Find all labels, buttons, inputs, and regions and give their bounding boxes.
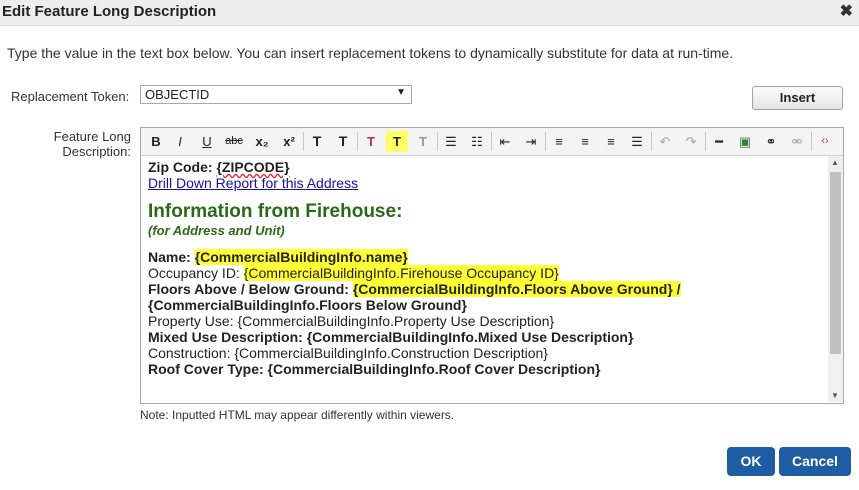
rich-text-editor[interactable]: B I U abc x₂ x² T T T T T ☰ ☷ ⇤ ⇥ ≡ ≡ ≡ … xyxy=(140,127,844,404)
subscript-button[interactable]: x₂ xyxy=(251,131,273,152)
numbered-list-icon[interactable]: ☷ xyxy=(466,131,488,152)
name-token: {CommercialBuildingInfo.name} xyxy=(194,249,408,265)
editor-toolbar: B I U abc x₂ x² T T T T T ☰ ☷ ⇤ ⇥ ≡ ≡ ≡ … xyxy=(141,128,843,156)
property-use-line: Property Use: {CommercialBuildingInfo.Pr… xyxy=(148,313,555,329)
html-source-icon[interactable]: ‹› xyxy=(814,131,836,152)
unlink-icon[interactable]: ⚮ xyxy=(786,131,808,152)
dialog-titlebar: Edit Feature Long Description ✖ xyxy=(0,0,859,26)
font-size-button[interactable]: T xyxy=(306,131,328,152)
feature-long-description-label: Feature Long Description: xyxy=(53,129,131,159)
dropdown-arrow-icon: ▼ xyxy=(396,87,406,98)
firehouse-subheading: (for Address and Unit) xyxy=(148,223,285,238)
clear-format-button[interactable]: T xyxy=(412,131,434,152)
ok-button[interactable]: OK xyxy=(727,447,775,476)
bullet-list-icon[interactable]: ☰ xyxy=(440,131,462,152)
editor-scrollbar[interactable]: ▲ ▼ xyxy=(828,156,843,402)
highlight-color-button[interactable]: T xyxy=(386,131,408,152)
roof-cover-line: Roof Cover Type: {CommercialBuildingInfo… xyxy=(148,361,601,377)
occupancy-label: Occupancy ID: xyxy=(148,265,244,281)
toolbar-divider xyxy=(491,132,492,151)
scrollbar-thumb[interactable] xyxy=(830,172,841,354)
replacement-token-label: Replacement Token: xyxy=(11,89,130,104)
html-note: Note: Inputted HTML may appear different… xyxy=(140,408,455,422)
indent-icon[interactable]: ⇥ xyxy=(520,131,542,152)
redo-icon[interactable]: ↷ xyxy=(680,131,702,152)
bold-button[interactable]: B xyxy=(145,131,167,152)
occupancy-token: {CommercialBuildingInfo.Firehouse Occupa… xyxy=(243,265,559,281)
dialog-title: Edit Feature Long Description xyxy=(2,3,217,20)
scroll-up-icon[interactable]: ▲ xyxy=(831,158,839,167)
toolbar-divider xyxy=(545,132,546,151)
occupancy-line: Occupancy ID: {CommercialBuildingInfo.Fi… xyxy=(148,265,818,281)
toolbar-divider xyxy=(651,132,652,151)
superscript-button[interactable]: x² xyxy=(278,131,300,152)
align-right-icon[interactable]: ≡ xyxy=(600,131,622,152)
floors-line-2: {CommercialBuildingInfo.Floors Below Gro… xyxy=(148,297,467,313)
insert-link-icon[interactable]: ⚭ xyxy=(760,131,782,152)
toolbar-divider xyxy=(357,132,358,151)
drill-down-link[interactable]: Drill Down Report for this Address xyxy=(148,175,358,191)
outdent-icon[interactable]: ⇤ xyxy=(494,131,516,152)
editor-content[interactable]: Zip Code: {ZIPCODE} Drill Down Report fo… xyxy=(148,159,818,377)
close-icon[interactable]: ✖ xyxy=(840,1,853,21)
insert-button[interactable]: Insert xyxy=(752,86,843,110)
firehouse-heading: Information from Firehouse: xyxy=(148,201,403,222)
mixed-use-line: Mixed Use Description: {CommercialBuildi… xyxy=(148,329,634,345)
align-center-icon[interactable]: ≡ xyxy=(574,131,596,152)
toolbar-divider xyxy=(303,132,304,151)
intro-text: Type the value in the text box below. Yo… xyxy=(7,45,734,61)
align-justify-icon[interactable]: ☰ xyxy=(626,131,648,152)
zip-label: Zip Code: xyxy=(148,159,217,175)
italic-button[interactable]: I xyxy=(169,131,191,152)
align-left-icon[interactable]: ≡ xyxy=(548,131,570,152)
toolbar-divider xyxy=(811,132,812,151)
cancel-button[interactable]: Cancel xyxy=(779,447,851,476)
name-label: Name: xyxy=(148,249,195,265)
font-family-button[interactable]: T xyxy=(332,131,354,152)
undo-icon[interactable]: ↶ xyxy=(654,131,676,152)
zip-line: Zip Code: {ZIPCODE} xyxy=(148,159,818,175)
name-line: Name: {CommercialBuildingInfo.name} xyxy=(148,249,818,265)
toolbar-divider xyxy=(437,132,438,151)
replacement-token-value: OBJECTID xyxy=(145,87,210,102)
toolbar-divider xyxy=(705,132,706,151)
insert-image-icon[interactable]: ▣ xyxy=(734,131,756,152)
floors-label: Floors Above / Below Ground: xyxy=(148,281,353,297)
floors-line: Floors Above / Below Ground: {Commercial… xyxy=(148,281,818,297)
floors-token: {CommercialBuildingInfo.Floors Above Gro… xyxy=(352,281,681,297)
strikethrough-button[interactable]: abc xyxy=(223,131,245,152)
horizontal-rule-icon[interactable]: ━ xyxy=(708,131,730,152)
replacement-token-select[interactable]: OBJECTID ▼ xyxy=(140,85,412,104)
scroll-down-icon[interactable]: ▼ xyxy=(831,391,839,400)
underline-button[interactable]: U xyxy=(196,131,218,152)
text-color-button[interactable]: T xyxy=(360,131,382,152)
zip-token: {ZIPCODE} xyxy=(216,159,290,175)
construction-line: Construction: {CommercialBuildingInfo.Co… xyxy=(148,345,548,361)
